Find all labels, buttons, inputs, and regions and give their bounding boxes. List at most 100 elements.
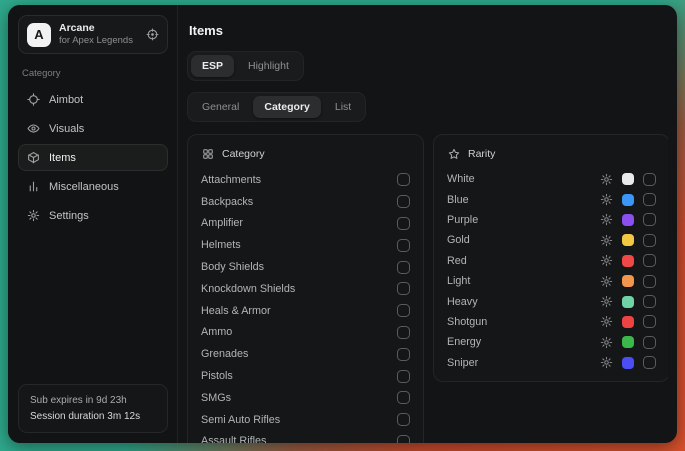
- color-swatch[interactable]: [622, 316, 634, 328]
- color-swatch[interactable]: [622, 173, 634, 185]
- checkbox[interactable]: [397, 413, 410, 426]
- color-swatch[interactable]: [622, 275, 634, 287]
- gear-icon[interactable]: [600, 193, 613, 206]
- subscription-info-card: Sub expires in 9d 23h Session duration 3…: [18, 384, 168, 433]
- checkbox[interactable]: [397, 217, 410, 230]
- rarity-item-label: Blue: [447, 194, 469, 206]
- grid-icon: [202, 148, 214, 160]
- checkbox[interactable]: [643, 295, 656, 308]
- color-swatch[interactable]: [622, 234, 634, 246]
- sidebar-item-items[interactable]: Items: [18, 144, 168, 171]
- sidebar-item-miscellaneous[interactable]: Miscellaneous: [18, 173, 168, 200]
- gear-icon[interactable]: [600, 275, 613, 288]
- checkbox[interactable]: [643, 336, 656, 349]
- sidebar-item-aimbot[interactable]: Aimbot: [18, 86, 168, 113]
- category-row: Assault Rifles: [201, 431, 410, 443]
- app-logo: A: [27, 23, 51, 47]
- color-swatch[interactable]: [622, 255, 634, 267]
- checkbox[interactable]: [643, 193, 656, 206]
- rarity-panel: Rarity WhiteBluePurpleGoldRedLightHeavyS…: [433, 134, 668, 382]
- gear-icon[interactable]: [600, 173, 613, 186]
- checkbox[interactable]: [643, 213, 656, 226]
- rarity-item-label: Light: [447, 275, 470, 287]
- checkbox[interactable]: [397, 239, 410, 252]
- category-item-label: Assault Rifles: [201, 435, 266, 443]
- color-swatch[interactable]: [622, 194, 634, 206]
- rarity-item-label: Heavy: [447, 296, 478, 308]
- gear-icon[interactable]: [600, 213, 613, 226]
- brand-card: A Arcane for Apex Legends: [18, 15, 168, 54]
- checkbox[interactable]: [643, 275, 656, 288]
- view-tab-group: GeneralCategoryList: [187, 92, 366, 122]
- category-row: Amplifier: [201, 213, 410, 235]
- category-row: Heals & Armor: [201, 300, 410, 322]
- checkbox[interactable]: [397, 261, 410, 274]
- gear-icon[interactable]: [600, 315, 613, 328]
- star-icon: [448, 148, 460, 160]
- page-title: Items: [189, 23, 666, 38]
- tab-esp[interactable]: ESP: [191, 55, 234, 77]
- sidebar-item-label: Aimbot: [49, 94, 83, 106]
- category-row: Attachments: [201, 169, 410, 191]
- gear-icon: [27, 209, 40, 222]
- category-item-label: Ammo: [201, 326, 232, 338]
- color-swatch[interactable]: [622, 296, 634, 308]
- checkbox[interactable]: [397, 348, 410, 361]
- checkbox[interactable]: [397, 173, 410, 186]
- gear-icon[interactable]: [600, 254, 613, 267]
- rarity-item-label: Red: [447, 255, 467, 267]
- rarity-item-label: White: [447, 173, 475, 185]
- checkbox[interactable]: [643, 254, 656, 267]
- color-swatch[interactable]: [622, 214, 634, 226]
- box-icon: [27, 151, 40, 164]
- tab-general[interactable]: General: [191, 96, 250, 118]
- sidebar-section-label: Category: [22, 68, 164, 79]
- checkbox[interactable]: [397, 391, 410, 404]
- sidebar-item-settings[interactable]: Settings: [18, 202, 168, 229]
- checkbox[interactable]: [397, 304, 410, 317]
- sidebar-item-label: Visuals: [49, 123, 84, 135]
- color-swatch[interactable]: [622, 336, 634, 348]
- category-item-label: Body Shields: [201, 261, 264, 273]
- gear-icon[interactable]: [600, 356, 613, 369]
- bars-icon: [27, 180, 40, 193]
- gear-icon[interactable]: [600, 234, 613, 247]
- checkbox[interactable]: [397, 326, 410, 339]
- category-item-label: Backpacks: [201, 196, 253, 208]
- category-row: Helmets: [201, 234, 410, 256]
- rarity-item-label: Purple: [447, 214, 478, 226]
- checkbox[interactable]: [643, 315, 656, 328]
- rarity-item-label: Shotgun: [447, 316, 487, 328]
- category-panel-title: Category: [222, 148, 265, 160]
- checkbox[interactable]: [643, 173, 656, 186]
- rarity-row: Sniper: [447, 353, 656, 373]
- target-icon[interactable]: [146, 28, 159, 41]
- checkbox[interactable]: [397, 435, 410, 443]
- sidebar-item-visuals[interactable]: Visuals: [18, 115, 168, 142]
- category-item-label: Amplifier: [201, 217, 243, 229]
- category-row: Backpacks: [201, 191, 410, 213]
- rarity-row: Purple: [447, 210, 656, 230]
- tab-list[interactable]: List: [324, 96, 362, 118]
- category-item-label: Semi Auto Rifles: [201, 414, 280, 426]
- checkbox[interactable]: [643, 356, 656, 369]
- mode-tab-group: ESPHighlight: [187, 51, 304, 81]
- checkbox[interactable]: [397, 195, 410, 208]
- checkbox[interactable]: [397, 282, 410, 295]
- category-row: Grenades: [201, 343, 410, 365]
- rarity-row: Gold: [447, 230, 656, 250]
- tab-highlight[interactable]: Highlight: [237, 55, 300, 77]
- category-row: Body Shields: [201, 256, 410, 278]
- color-swatch[interactable]: [622, 357, 634, 369]
- tab-category[interactable]: Category: [253, 96, 321, 118]
- category-row: Semi Auto Rifles: [201, 409, 410, 431]
- eye-icon: [27, 122, 40, 135]
- rarity-row: Red: [447, 251, 656, 271]
- checkbox[interactable]: [397, 370, 410, 383]
- gear-icon[interactable]: [600, 336, 613, 349]
- rarity-row: Shotgun: [447, 312, 656, 332]
- checkbox[interactable]: [643, 234, 656, 247]
- category-item-label: Heals & Armor: [201, 305, 271, 317]
- gear-icon[interactable]: [600, 295, 613, 308]
- rarity-row: Blue: [447, 189, 656, 209]
